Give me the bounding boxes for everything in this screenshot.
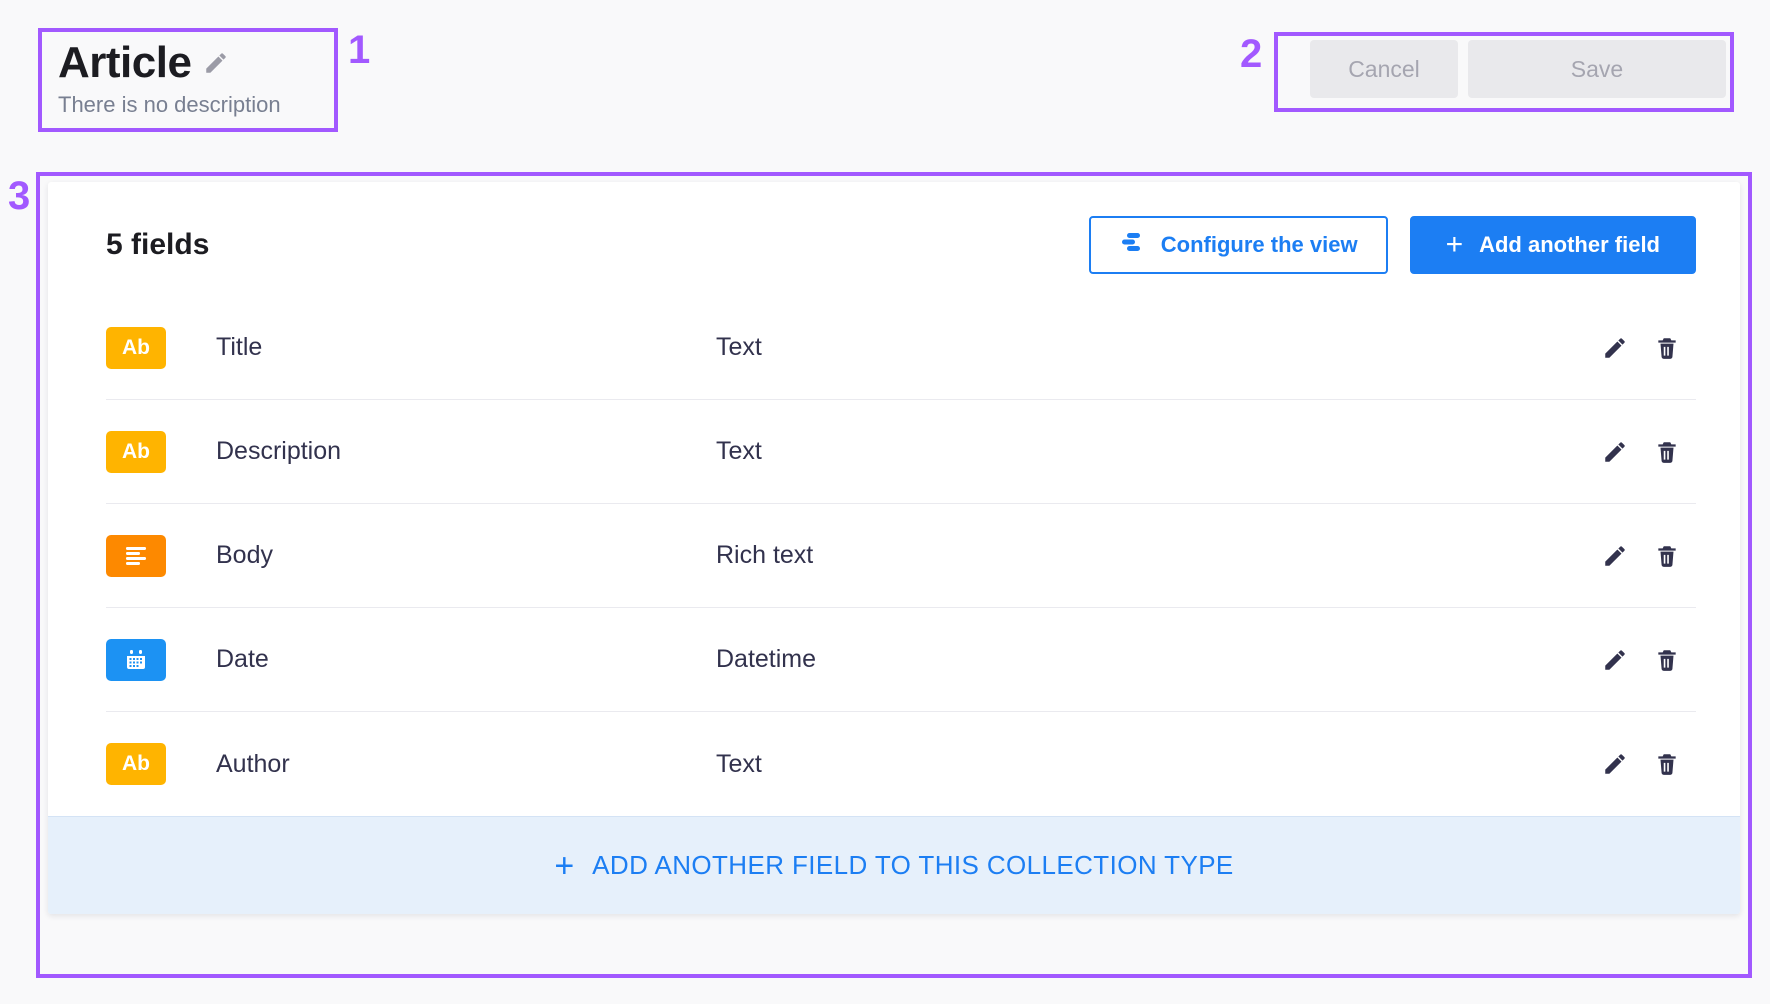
- table-row[interactable]: Ab Author Text: [106, 712, 1696, 816]
- add-field-footer-label: ADD ANOTHER FIELD TO THIS COLLECTION TYP…: [592, 850, 1234, 881]
- field-name: Date: [216, 645, 716, 674]
- field-type: Text: [716, 437, 1602, 466]
- field-type-icon-text: Ab: [106, 431, 166, 473]
- table-row[interactable]: Body Rich text: [106, 504, 1696, 608]
- pencil-icon[interactable]: [1602, 335, 1628, 361]
- field-name: Body: [216, 541, 716, 570]
- plus-icon: +: [554, 849, 574, 883]
- row-actions: [1602, 335, 1696, 361]
- plus-icon: +: [1446, 230, 1464, 260]
- field-type: Rich text: [716, 541, 1602, 570]
- pencil-icon[interactable]: [203, 50, 229, 76]
- layout-settings-icon: [1119, 231, 1145, 259]
- row-actions: [1602, 543, 1696, 569]
- trash-icon[interactable]: [1654, 647, 1680, 673]
- field-name: Title: [216, 333, 716, 362]
- pencil-icon[interactable]: [1602, 543, 1628, 569]
- row-actions: [1602, 439, 1696, 465]
- annotation-number-3: 3: [8, 176, 30, 216]
- trash-icon[interactable]: [1654, 335, 1680, 361]
- field-type: Text: [716, 750, 1602, 779]
- configure-the-view-label: Configure the view: [1161, 232, 1358, 258]
- trash-icon[interactable]: [1654, 751, 1680, 777]
- pencil-icon[interactable]: [1602, 439, 1628, 465]
- cancel-button[interactable]: Cancel: [1310, 40, 1458, 98]
- annotation-number-2: 2: [1240, 34, 1262, 74]
- fields-list: Ab Title Text Ab Description Text: [48, 296, 1740, 816]
- table-row[interactable]: Ab Description Text: [106, 400, 1696, 504]
- pencil-icon[interactable]: [1602, 647, 1628, 673]
- page-description: There is no description: [58, 92, 322, 118]
- save-button[interactable]: Save: [1468, 40, 1726, 98]
- add-another-field-label: Add another field: [1479, 232, 1660, 258]
- field-type: Text: [716, 333, 1602, 362]
- trash-icon[interactable]: [1654, 439, 1680, 465]
- field-type-icon-rich-text: [106, 535, 166, 577]
- field-type-icon-datetime: [106, 639, 166, 681]
- row-actions: [1602, 647, 1696, 673]
- configure-the-view-button[interactable]: Configure the view: [1089, 216, 1388, 274]
- page-title: Article: [58, 40, 191, 86]
- add-another-field-button[interactable]: + Add another field: [1410, 216, 1696, 274]
- page-header-title-block: Article There is no description: [40, 28, 340, 133]
- annotation-number-1: 1: [348, 30, 370, 70]
- field-name: Author: [216, 750, 716, 779]
- fields-count-label: 5 fields: [106, 228, 209, 262]
- add-field-to-collection-type-button[interactable]: + ADD ANOTHER FIELD TO THIS COLLECTION T…: [48, 816, 1740, 914]
- field-name: Description: [216, 437, 716, 466]
- card-header-actions: Configure the view + Add another field: [1089, 216, 1696, 274]
- row-actions: [1602, 751, 1696, 777]
- trash-icon[interactable]: [1654, 543, 1680, 569]
- pencil-icon[interactable]: [1602, 751, 1628, 777]
- table-row[interactable]: Date Datetime: [106, 608, 1696, 712]
- field-type-icon-text: Ab: [106, 743, 166, 785]
- field-type-icon-text: Ab: [106, 327, 166, 369]
- header-action-buttons: Cancel Save: [1300, 32, 1736, 106]
- page-title-row: Article: [58, 40, 322, 86]
- table-row[interactable]: Ab Title Text: [106, 296, 1696, 400]
- card-header: 5 fields Configure the view + Add anothe…: [48, 182, 1740, 296]
- fields-card: 5 fields Configure the view + Add anothe…: [48, 182, 1740, 914]
- field-type: Datetime: [716, 645, 1602, 674]
